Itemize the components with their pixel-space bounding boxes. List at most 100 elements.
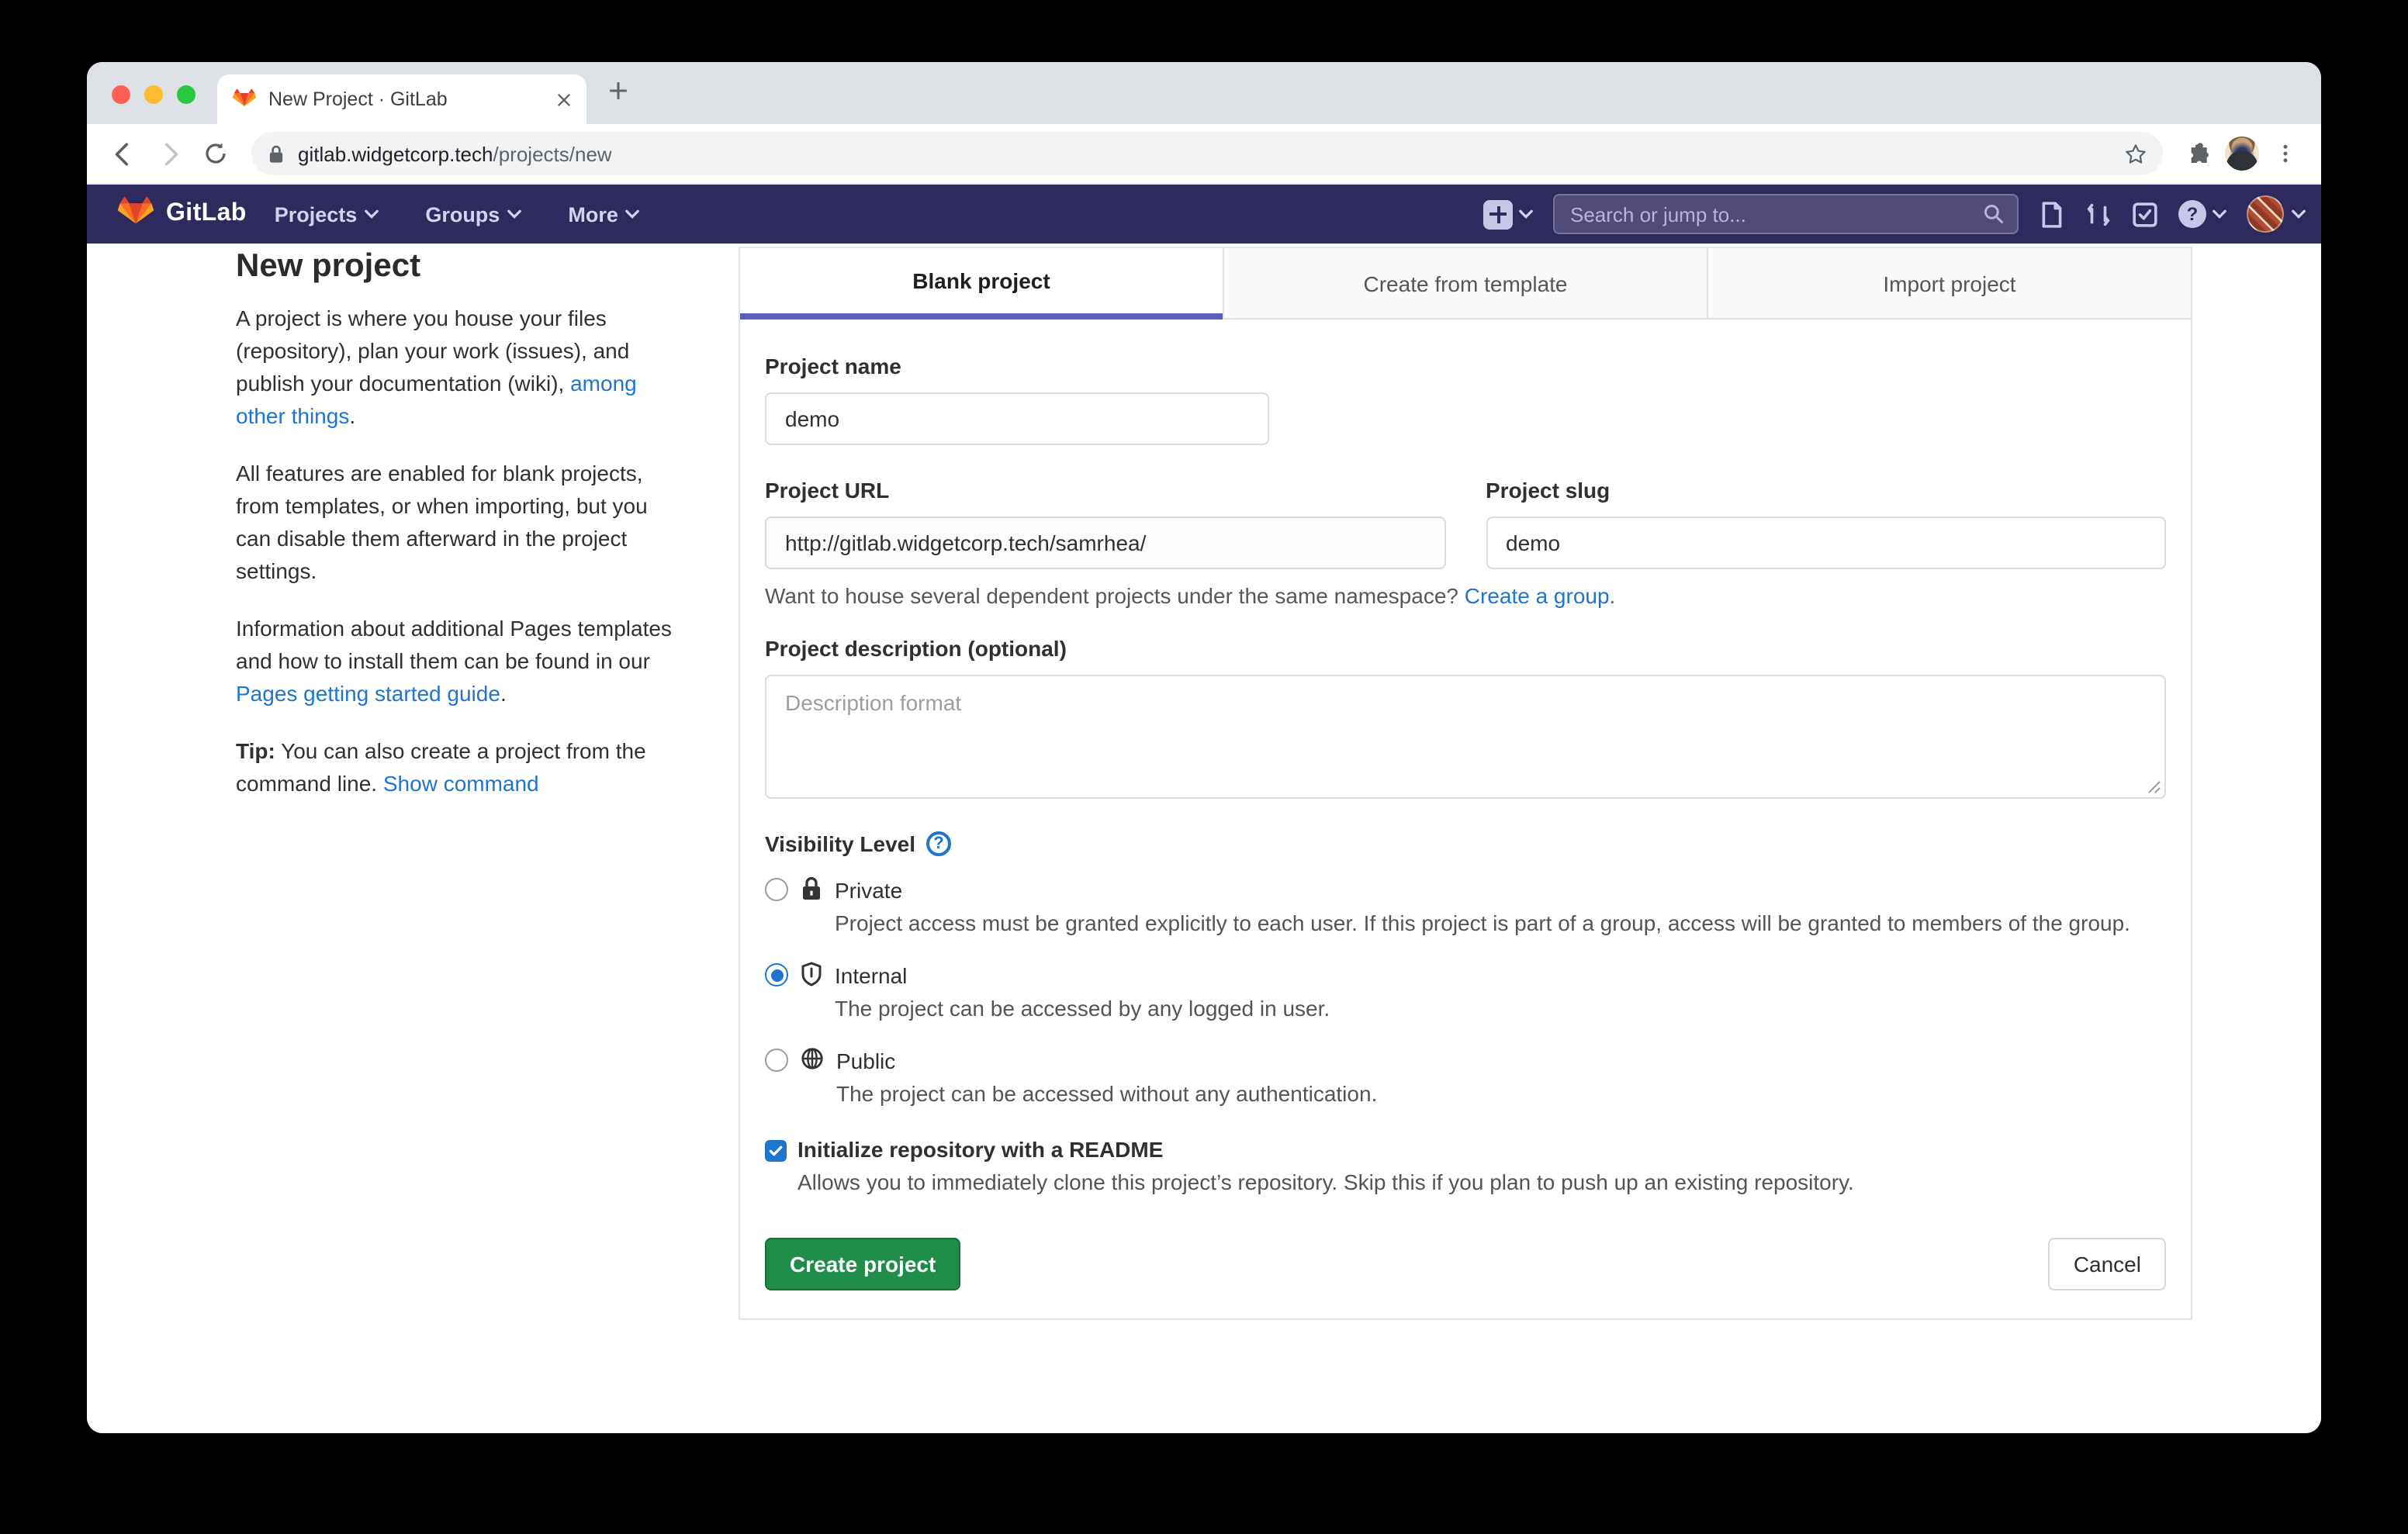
- merge-requests-icon[interactable]: [2085, 201, 2112, 227]
- browser-window: New Project · GitLab: [87, 62, 2321, 1433]
- close-window-button[interactable]: [112, 85, 130, 104]
- project-slug-input[interactable]: [1486, 517, 2166, 569]
- extensions-puzzle-icon[interactable]: [2178, 133, 2219, 174]
- tab-create-from-template[interactable]: Create from template: [1223, 248, 1707, 318]
- visibility-help-icon[interactable]: ?: [926, 831, 951, 856]
- todos-icon[interactable]: [2132, 201, 2158, 227]
- minimize-window-button[interactable]: [144, 85, 163, 104]
- project-slug-label: Project slug: [1486, 478, 2166, 503]
- chevron-down-icon: [365, 209, 379, 219]
- readme-checkbox[interactable]: [765, 1140, 787, 1162]
- nav-menu-projects[interactable]: Projects: [275, 202, 379, 226]
- sidebar-tip: Tip: You can also create a project from …: [236, 735, 672, 800]
- create-a-group-link[interactable]: Create a group.: [1465, 583, 1616, 608]
- readme-label[interactable]: Initialize repository with a README: [797, 1137, 1854, 1162]
- kebab-menu-icon[interactable]: [2265, 133, 2306, 174]
- new-tab-button[interactable]: [608, 81, 628, 101]
- create-project-button[interactable]: Create project: [765, 1238, 960, 1290]
- gitlab-favicon-icon: [233, 88, 256, 111]
- project-url-label: Project URL: [765, 478, 1445, 503]
- browser-profile-avatar[interactable]: [2225, 136, 2259, 171]
- maximize-window-button[interactable]: [177, 85, 195, 104]
- public-label[interactable]: Public: [836, 1045, 1377, 1076]
- nav-menu-more[interactable]: More: [568, 202, 640, 226]
- tab-import-project[interactable]: Import project: [1707, 248, 2191, 318]
- project-description-textarea[interactable]: [765, 675, 2166, 799]
- page-content: New project A project is where you house…: [87, 244, 2321, 1433]
- internal-description: The project can be accessed by any logge…: [835, 993, 1330, 1025]
- url-path: /projects/new: [493, 142, 612, 165]
- chevron-down-icon: [626, 209, 640, 219]
- nav-menu-groups[interactable]: Groups: [425, 202, 521, 226]
- chevron-down-icon: [507, 209, 521, 219]
- new-project-panel: Blank project Create from template Impor…: [739, 247, 2192, 1320]
- new-dropdown-button[interactable]: [1483, 199, 1533, 229]
- paragraph-text: .: [500, 681, 507, 706]
- gitlab-logo[interactable]: GitLab: [118, 197, 247, 231]
- new-project-sidebar: New project A project is where you house…: [236, 250, 672, 825]
- project-url-input[interactable]: [765, 517, 1445, 569]
- public-radio[interactable]: [765, 1049, 788, 1072]
- internal-label[interactable]: Internal: [835, 960, 1330, 991]
- nav-menu-label: More: [568, 202, 618, 226]
- hint-text: Want to house several dependent projects…: [765, 583, 1465, 608]
- visibility-option-internal: Internal The project can be accessed by …: [765, 960, 2166, 1025]
- visibility-level-label: Visibility Level: [765, 831, 915, 856]
- forward-icon[interactable]: [149, 133, 189, 174]
- cancel-button[interactable]: Cancel: [2049, 1238, 2166, 1290]
- help-question-icon: ?: [2178, 200, 2206, 228]
- help-menu[interactable]: ?: [2178, 200, 2226, 228]
- show-command-link[interactable]: Show command: [383, 771, 539, 796]
- sidebar-paragraph: A project is where you house your files …: [236, 302, 672, 433]
- chevron-down-icon: [2213, 209, 2226, 219]
- reload-icon[interactable]: [195, 133, 236, 174]
- project-name-label: Project name: [765, 354, 2166, 378]
- internal-radio[interactable]: [765, 963, 788, 986]
- address-bar[interactable]: gitlab.widgetcorp.tech/projects/new: [251, 132, 2163, 175]
- shield-icon: [801, 962, 822, 991]
- pages-guide-link[interactable]: Pages getting started guide: [236, 681, 500, 706]
- browser-tab[interactable]: New Project · GitLab: [217, 74, 586, 124]
- namespace-hint: Want to house several dependent projects…: [765, 583, 2166, 608]
- lock-icon: [801, 876, 822, 906]
- search-icon: [1983, 203, 2005, 225]
- page-title: New project: [236, 250, 672, 282]
- search-input[interactable]: [1567, 201, 1974, 227]
- chevron-down-icon: [2292, 209, 2306, 219]
- global-search[interactable]: [1553, 194, 2019, 234]
- desktop-background: New Project · GitLab: [0, 0, 2408, 1534]
- user-avatar: [2247, 195, 2284, 233]
- lock-ssl-icon[interactable]: [267, 143, 285, 164]
- back-icon[interactable]: [102, 133, 143, 174]
- tab-blank-project[interactable]: Blank project: [740, 248, 1223, 320]
- gitlab-tanuki-icon: [118, 197, 154, 231]
- project-name-input[interactable]: [765, 392, 1269, 445]
- plus-square-icon: [1483, 199, 1513, 229]
- public-description: The project can be accessed without any …: [836, 1078, 1377, 1111]
- visibility-option-private: Private Project access must be granted e…: [765, 875, 2166, 940]
- user-menu[interactable]: [2247, 195, 2306, 233]
- project-description-label: Project description (optional): [765, 636, 2166, 661]
- chevron-down-icon: [1519, 209, 1533, 219]
- browser-tab-strip: New Project · GitLab: [87, 62, 2321, 124]
- tip-label: Tip:: [236, 738, 275, 763]
- url-text: gitlab.widgetcorp.tech/projects/new: [298, 142, 612, 165]
- private-description: Project access must be granted explicitl…: [835, 907, 2130, 940]
- paragraph-text: .: [349, 403, 355, 428]
- issues-icon[interactable]: [2039, 201, 2065, 227]
- globe-icon: [801, 1047, 824, 1075]
- sidebar-paragraph: Information about additional Pages templ…: [236, 613, 672, 710]
- gitlab-brand-name[interactable]: GitLab: [166, 200, 247, 228]
- private-radio[interactable]: [765, 878, 788, 901]
- tab-title: New Project · GitLab: [268, 88, 545, 110]
- blank-project-form: Project name Project URL Project slug Wa…: [740, 320, 2191, 1318]
- nav-menu-label: Projects: [275, 202, 358, 226]
- tab-close-icon[interactable]: [557, 92, 571, 106]
- check-icon: [768, 1143, 784, 1159]
- bookmark-star-icon[interactable]: [2124, 142, 2147, 165]
- private-label[interactable]: Private: [835, 875, 2130, 906]
- url-host: gitlab.widgetcorp.tech: [298, 142, 493, 165]
- sidebar-paragraph: All features are enabled for blank proje…: [236, 458, 672, 588]
- browser-toolbar: gitlab.widgetcorp.tech/projects/new: [87, 124, 2321, 185]
- readme-description: Allows you to immediately clone this pro…: [797, 1166, 1854, 1199]
